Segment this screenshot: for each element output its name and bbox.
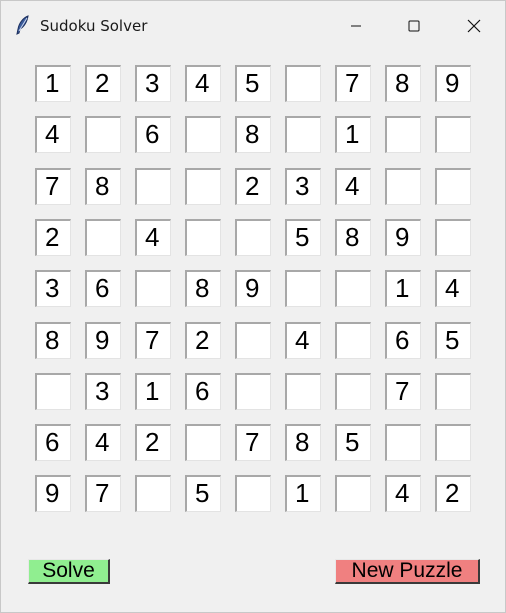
sudoku-cell-r1-c7[interactable]: 7 (335, 65, 371, 102)
sudoku-cell-r2-c9[interactable] (435, 116, 471, 153)
solve-button[interactable]: Solve (28, 559, 110, 584)
sudoku-cell-r1-c2[interactable]: 2 (85, 65, 121, 102)
sudoku-cell-r3-c6[interactable]: 3 (285, 168, 321, 205)
sudoku-cell-r3-c7[interactable]: 4 (335, 168, 371, 205)
sudoku-cell-r9-c2[interactable]: 7 (85, 475, 121, 512)
sudoku-cell-r9-c4[interactable]: 5 (185, 475, 221, 512)
window-title: Sudoku Solver (40, 17, 148, 35)
sudoku-cell-r4-c4[interactable] (185, 219, 221, 256)
sudoku-cell-r1-c6[interactable] (285, 65, 321, 102)
sudoku-cell-r8-c9[interactable] (435, 424, 471, 461)
sudoku-cell-r3-c2[interactable]: 8 (85, 168, 121, 205)
sudoku-cell-r2-c2[interactable] (85, 116, 121, 153)
sudoku-cell-r4-c2[interactable] (85, 219, 121, 256)
sudoku-cell-r3-c3[interactable] (135, 168, 171, 205)
app-window: Sudoku Solver 12345789468178234245893689… (0, 0, 506, 613)
sudoku-cell-r1-c3[interactable]: 3 (135, 65, 171, 102)
sudoku-cell-r5-c7[interactable] (335, 270, 371, 307)
sudoku-cell-r5-c5[interactable]: 9 (235, 270, 271, 307)
sudoku-cell-r6-c9[interactable]: 5 (435, 322, 471, 359)
sudoku-cell-r8-c5[interactable]: 7 (235, 424, 271, 461)
sudoku-cell-r9-c8[interactable]: 4 (385, 475, 421, 512)
sudoku-cell-r6-c1[interactable]: 8 (35, 322, 71, 359)
sudoku-cell-r5-c8[interactable]: 1 (385, 270, 421, 307)
sudoku-cell-r4-c9[interactable] (435, 219, 471, 256)
sudoku-cell-r8-c1[interactable]: 6 (35, 424, 71, 461)
sudoku-cell-r4-c8[interactable]: 9 (385, 219, 421, 256)
sudoku-cell-r4-c6[interactable]: 5 (285, 219, 321, 256)
sudoku-cell-r9-c7[interactable] (335, 475, 371, 512)
sudoku-cell-r2-c1[interactable]: 4 (35, 116, 71, 153)
sudoku-cell-r5-c6[interactable] (285, 270, 321, 307)
sudoku-cell-r7-c8[interactable]: 7 (385, 373, 421, 410)
sudoku-cell-r9-c6[interactable]: 1 (285, 475, 321, 512)
sudoku-cell-r9-c9[interactable]: 2 (435, 475, 471, 512)
sudoku-cell-r2-c4[interactable] (185, 116, 221, 153)
sudoku-cell-r2-c3[interactable]: 6 (135, 116, 171, 153)
sudoku-cell-r7-c6[interactable] (285, 373, 321, 410)
sudoku-cell-r4-c5[interactable] (235, 219, 271, 256)
sudoku-cell-r2-c8[interactable] (385, 116, 421, 153)
sudoku-cell-r3-c8[interactable] (385, 168, 421, 205)
sudoku-cell-r1-c9[interactable]: 9 (435, 65, 471, 102)
close-button[interactable] (445, 1, 503, 51)
maximize-button[interactable] (385, 1, 443, 51)
sudoku-cell-r7-c3[interactable]: 1 (135, 373, 171, 410)
sudoku-cell-r1-c5[interactable]: 5 (235, 65, 271, 102)
sudoku-cell-r8-c8[interactable] (385, 424, 421, 461)
sudoku-cell-r7-c5[interactable] (235, 373, 271, 410)
sudoku-cell-r6-c7[interactable] (335, 322, 371, 359)
title-bar: Sudoku Solver (1, 1, 505, 51)
sudoku-cell-r6-c2[interactable]: 9 (85, 322, 121, 359)
maximize-icon (408, 20, 420, 32)
sudoku-cell-r6-c5[interactable] (235, 322, 271, 359)
sudoku-cell-r5-c4[interactable]: 8 (185, 270, 221, 307)
sudoku-cell-r4-c7[interactable]: 8 (335, 219, 371, 256)
sudoku-cell-r8-c4[interactable] (185, 424, 221, 461)
sudoku-cell-r3-c9[interactable] (435, 168, 471, 205)
minimize-button[interactable] (327, 1, 385, 51)
close-icon (467, 19, 481, 33)
sudoku-cell-r6-c6[interactable]: 4 (285, 322, 321, 359)
sudoku-cell-r5-c2[interactable]: 6 (85, 270, 121, 307)
sudoku-cell-r7-c4[interactable]: 6 (185, 373, 221, 410)
sudoku-cell-r8-c6[interactable]: 8 (285, 424, 321, 461)
sudoku-cell-r5-c9[interactable]: 4 (435, 270, 471, 307)
sudoku-cell-r4-c3[interactable]: 4 (135, 219, 171, 256)
sudoku-cell-r9-c3[interactable] (135, 475, 171, 512)
sudoku-cell-r2-c6[interactable] (285, 116, 321, 153)
feather-icon (15, 15, 31, 35)
sudoku-cell-r6-c8[interactable]: 6 (385, 322, 421, 359)
sudoku-cell-r8-c7[interactable]: 5 (335, 424, 371, 461)
sudoku-cell-r3-c5[interactable]: 2 (235, 168, 271, 205)
sudoku-cell-r9-c1[interactable]: 9 (35, 475, 71, 512)
sudoku-cell-r6-c4[interactable]: 2 (185, 322, 221, 359)
sudoku-cell-r1-c1[interactable]: 1 (35, 65, 71, 102)
sudoku-cell-r7-c1[interactable] (35, 373, 71, 410)
sudoku-cell-r7-c2[interactable]: 3 (85, 373, 121, 410)
sudoku-cell-r4-c1[interactable]: 2 (35, 219, 71, 256)
sudoku-cell-r5-c1[interactable]: 3 (35, 270, 71, 307)
sudoku-cell-r7-c7[interactable] (335, 373, 371, 410)
minimize-icon (350, 20, 362, 32)
sudoku-cell-r8-c3[interactable]: 2 (135, 424, 171, 461)
sudoku-cell-r6-c3[interactable]: 7 (135, 322, 171, 359)
sudoku-cell-r7-c9[interactable] (435, 373, 471, 410)
sudoku-cell-r8-c2[interactable]: 4 (85, 424, 121, 461)
sudoku-cell-r9-c5[interactable] (235, 475, 271, 512)
sudoku-cell-r3-c4[interactable] (185, 168, 221, 205)
sudoku-cell-r3-c1[interactable]: 7 (35, 168, 71, 205)
sudoku-cell-r1-c4[interactable]: 4 (185, 65, 221, 102)
sudoku-cell-r5-c3[interactable] (135, 270, 171, 307)
sudoku-cell-r2-c7[interactable]: 1 (335, 116, 371, 153)
sudoku-cell-r2-c5[interactable]: 8 (235, 116, 271, 153)
sudoku-cell-r1-c8[interactable]: 8 (385, 65, 421, 102)
new-puzzle-button[interactable]: New Puzzle (335, 559, 480, 584)
